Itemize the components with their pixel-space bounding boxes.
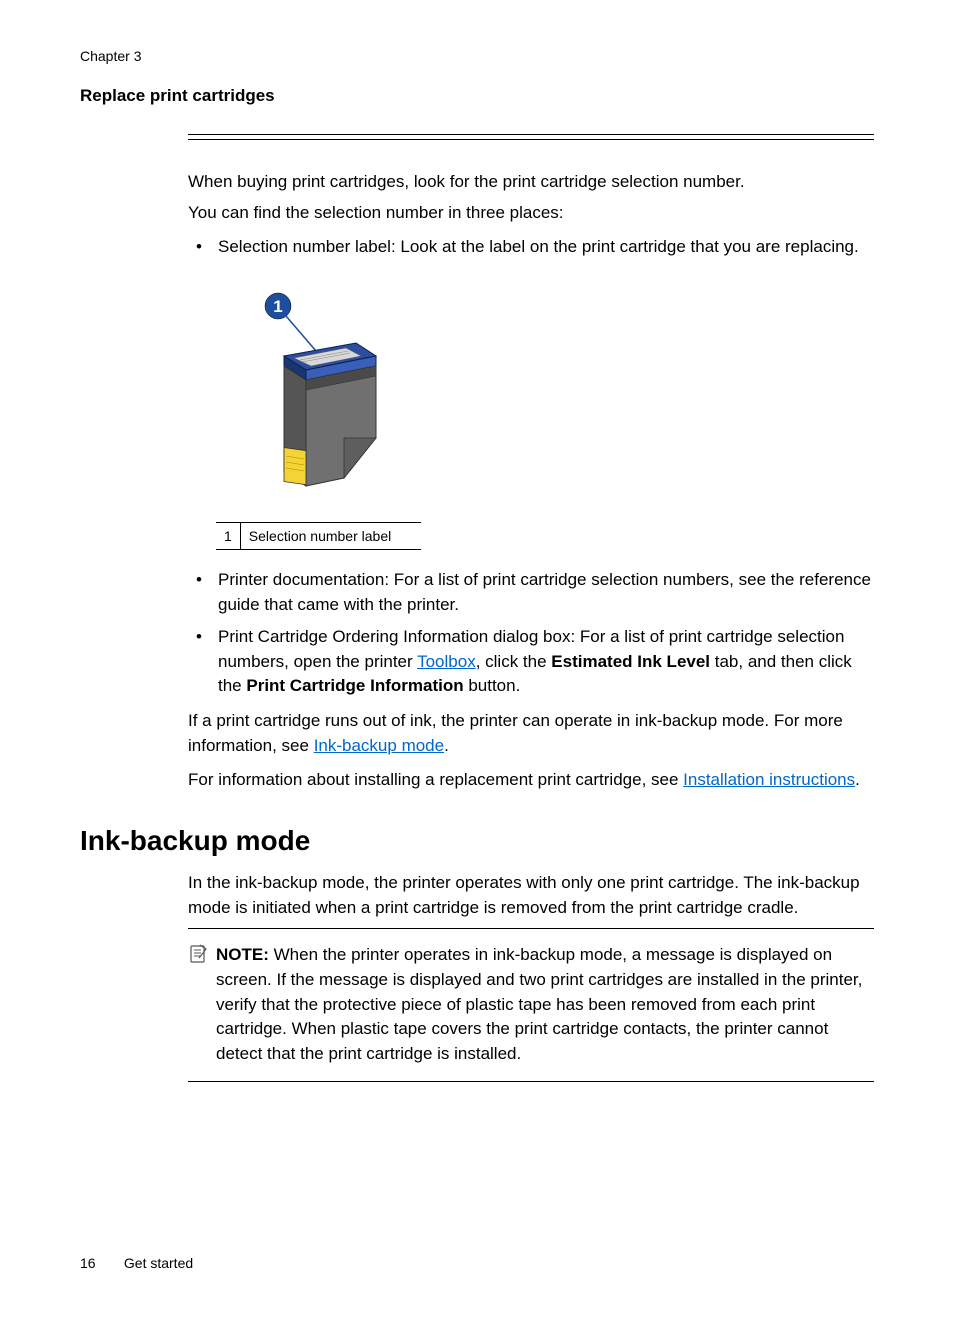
intro-paragraph-1: When buying print cartridges, look for t… <box>188 170 874 195</box>
callout-number: 1 <box>273 297 282 316</box>
ink-backup-paragraph: If a print cartridge runs out of ink, th… <box>188 709 874 758</box>
intro-paragraph-2: You can find the selection number in thr… <box>188 201 874 226</box>
cartridge-figure: 1 <box>216 288 874 550</box>
note-rule-bottom <box>188 1081 874 1082</box>
bullet-printer-docs: Printer documentation: For a list of pri… <box>188 568 874 617</box>
period-1: . <box>444 736 449 755</box>
print-cartridge-info-label: Print Cartridge Information <box>246 676 463 695</box>
figure-caption-table: 1 Selection number label <box>216 522 421 550</box>
bullet3-text-mid1: , click the <box>476 652 552 671</box>
page-footer: 16 Get started <box>80 1255 193 1271</box>
section-heading: Replace print cartridges <box>80 86 874 106</box>
figure-caption-text: Selection number label <box>240 522 421 549</box>
installation-instructions-link[interactable]: Installation instructions <box>683 770 855 789</box>
section-rule <box>188 134 874 140</box>
figure-caption-number: 1 <box>216 522 240 549</box>
note-label: NOTE: <box>216 945 269 964</box>
ink-backup-mode-link[interactable]: Ink-backup mode <box>314 736 444 755</box>
bullet-selection-label: Selection number label: Look at the labe… <box>188 235 874 260</box>
install-paragraph: For information about installing a repla… <box>188 768 874 793</box>
period-2: . <box>855 770 860 789</box>
cartridge-illustration: 1 <box>216 288 416 508</box>
estimated-ink-level-label: Estimated Ink Level <box>551 652 710 671</box>
toolbox-link[interactable]: Toolbox <box>417 652 476 671</box>
note-icon <box>188 944 208 964</box>
note-rule-top <box>188 928 874 929</box>
footer-section-title: Get started <box>124 1255 193 1271</box>
note-block: NOTE: When the printer operates in ink-b… <box>188 937 874 1072</box>
ink-backup-text-pre: If a print cartridge runs out of ink, th… <box>188 711 843 755</box>
chapter-label: Chapter 3 <box>80 48 874 64</box>
bullet-ordering-info: Print Cartridge Ordering Information dia… <box>188 625 874 699</box>
install-text-pre: For information about installing a repla… <box>188 770 683 789</box>
footer-page-number: 16 <box>80 1255 120 1271</box>
ink-backup-description: In the ink-backup mode, the printer oper… <box>188 871 874 920</box>
bullet3-text-end: button. <box>464 676 521 695</box>
ink-backup-mode-heading: Ink-backup mode <box>80 825 874 857</box>
note-text: When the printer operates in ink-backup … <box>216 945 862 1063</box>
